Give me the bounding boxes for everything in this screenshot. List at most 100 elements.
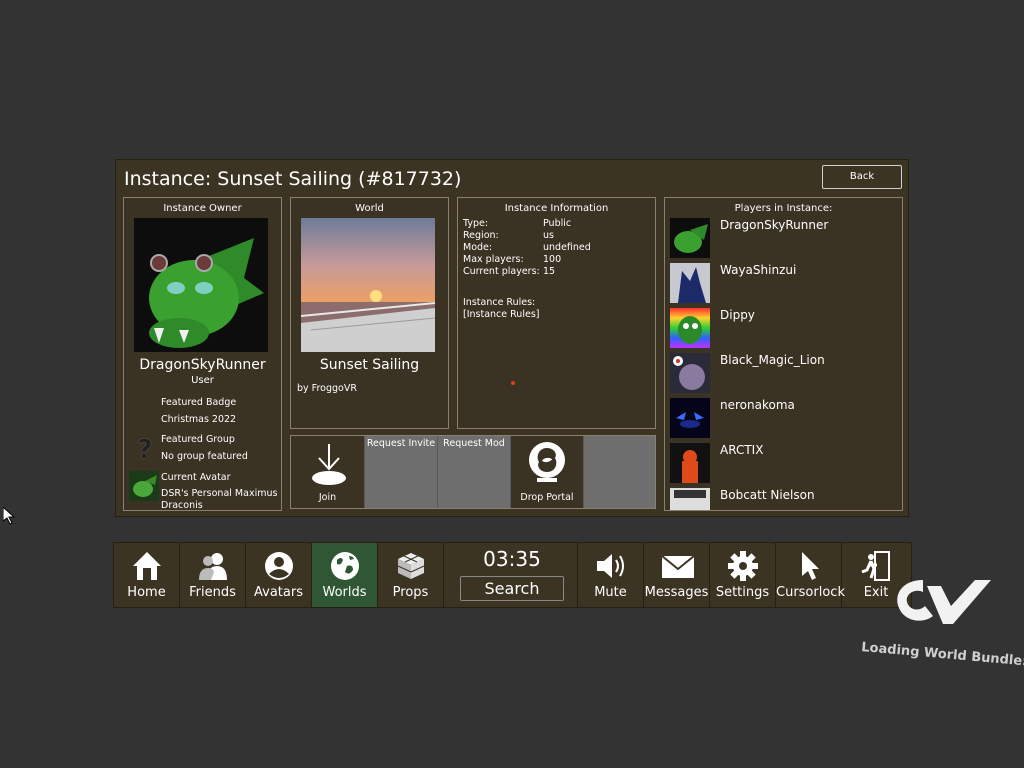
drop-portal-label: Drop Portal [520, 492, 574, 503]
request-mod-button[interactable]: Request Mod [438, 436, 511, 508]
nav-props[interactable]: Props [378, 543, 444, 607]
gear-icon [727, 550, 759, 582]
portal-icon [525, 440, 569, 486]
player-name: Bobcatt Nielson [720, 488, 815, 502]
nav-messages-label: Messages [644, 585, 709, 600]
nav-settings-label: Settings [715, 585, 770, 600]
featured-group-value: No group featured [161, 451, 248, 462]
clock: 03:35 [483, 547, 541, 571]
join-button[interactable]: Join [291, 436, 365, 508]
instance-rules-value: [Instance Rules] [463, 309, 540, 320]
instance-owner-card: Instance Owner DragonSkyRunner User Feat… [123, 197, 282, 511]
featured-badge-value: Christmas 2022 [161, 414, 237, 425]
current-avatar-name-1: DSR's Personal Maximus [161, 488, 278, 499]
nav-home-label: Home [127, 585, 166, 600]
player-list-item[interactable]: Bobcatt Nielson [670, 488, 900, 510]
request-invite-button[interactable]: Request Invite [365, 436, 438, 508]
unknown-group-icon: ? [137, 435, 153, 465]
download-icon [311, 442, 346, 485]
cursor-icon [793, 550, 825, 582]
avatar-icon [263, 550, 295, 582]
player-name: neronakoma [720, 398, 795, 412]
nav-cursorlock[interactable]: Cursorlock [776, 543, 845, 607]
instance-information-card: Instance Information Type: Public Region… [457, 197, 656, 429]
player-list-item[interactable]: DragonSkyRunner [670, 218, 900, 260]
world-header: World [355, 203, 384, 214]
player-avatar [670, 398, 710, 438]
join-label: Join [318, 492, 337, 503]
empty-action-slot [584, 436, 655, 508]
quick-menu-bar: Home Friends Avatars Worlds Props 03:35 … [113, 542, 912, 608]
mode-value: undefined [543, 242, 591, 253]
type-value: Public [543, 218, 572, 229]
nav-messages[interactable]: Messages [644, 543, 710, 607]
player-name: Black_Magic_Lion [720, 353, 825, 367]
region-label: Region: [463, 230, 499, 241]
instance-rules-label: Instance Rules: [463, 297, 536, 308]
nav-friends-label: Friends [189, 585, 236, 600]
nav-worlds-label: Worlds [322, 585, 367, 600]
nav-avatars-label: Avatars [254, 585, 303, 600]
nav-mute[interactable]: Mute [578, 543, 644, 607]
nav-friends[interactable]: Friends [180, 543, 246, 607]
envelope-icon [661, 550, 695, 582]
exit-icon [859, 550, 891, 582]
featured-badge-label: Featured Badge [161, 397, 237, 408]
speaker-icon [595, 550, 627, 582]
player-avatar [670, 353, 710, 393]
cvr-logo-icon [893, 572, 993, 636]
nav-settings[interactable]: Settings [710, 543, 776, 607]
search-button[interactable]: Search [460, 576, 564, 601]
player-avatar [670, 488, 710, 510]
back-button[interactable]: Back [822, 165, 902, 189]
world-card: World Sunset Sailing by FroggoVR [290, 197, 449, 429]
info-header: Instance Information [504, 203, 609, 214]
player-list-item[interactable]: neronakoma [670, 398, 900, 440]
nav-mute-label: Mute [594, 585, 627, 600]
drop-portal-button[interactable]: Drop Portal [511, 436, 584, 508]
world-author: by FroggoVR [297, 383, 357, 394]
player-name: Dippy [720, 308, 755, 322]
mode-label: Mode: [463, 242, 493, 253]
request-invite-label: Request Invite [366, 438, 436, 449]
owner-role: User [191, 375, 214, 386]
featured-group-label: Featured Group [161, 434, 235, 445]
instance-panel: Instance: Sunset Sailing (#817732) Back … [115, 159, 909, 517]
players-header: Players in Instance: [734, 203, 833, 214]
home-icon [131, 550, 163, 582]
player-list-item[interactable]: ARCTIX [670, 443, 900, 485]
world-thumbnail[interactable] [301, 218, 435, 352]
world-name: Sunset Sailing [319, 357, 420, 373]
current-avatar-label: Current Avatar [161, 472, 231, 483]
nav-cursorlock-label: Cursorlock [776, 585, 845, 600]
globe-icon [329, 550, 361, 582]
current-avatar-thumbnail[interactable] [129, 471, 159, 501]
players-in-instance-card: Players in Instance: DragonSkyRunner Way… [664, 197, 903, 511]
laser-pointer-dot [511, 381, 515, 385]
nav-props-label: Props [392, 585, 429, 600]
player-avatar [670, 308, 710, 348]
max-players-label: Max players: [463, 254, 524, 265]
nav-worlds[interactable]: Worlds [312, 543, 378, 607]
friends-icon [197, 550, 229, 582]
nav-avatars[interactable]: Avatars [246, 543, 312, 607]
request-mod-label: Request Mod [443, 438, 505, 449]
player-avatar [670, 263, 710, 303]
current-avatar-name-2: Draconis [161, 500, 203, 511]
nav-home[interactable]: Home [114, 543, 180, 607]
clock-search-panel: 03:35 Search [447, 543, 578, 607]
current-players-label: Current players: [463, 266, 540, 277]
type-label: Type: [463, 218, 489, 229]
player-name: DragonSkyRunner [720, 218, 829, 232]
instance-actions: Join Request Invite Request Mod Drop Por… [290, 435, 656, 509]
player-list-item[interactable]: Black_Magic_Lion [670, 353, 900, 395]
cube-icon [395, 550, 427, 582]
player-avatar [670, 218, 710, 258]
player-list-item[interactable]: Dippy [670, 308, 900, 350]
max-players-value: 100 [543, 254, 562, 265]
mouse-cursor-icon [2, 505, 16, 529]
player-name: ARCTIX [720, 443, 764, 457]
player-list-item[interactable]: WayaShinzui [670, 263, 900, 305]
page-title: Instance: Sunset Sailing (#817732) [124, 168, 462, 190]
owner-profile-image[interactable] [134, 218, 268, 352]
